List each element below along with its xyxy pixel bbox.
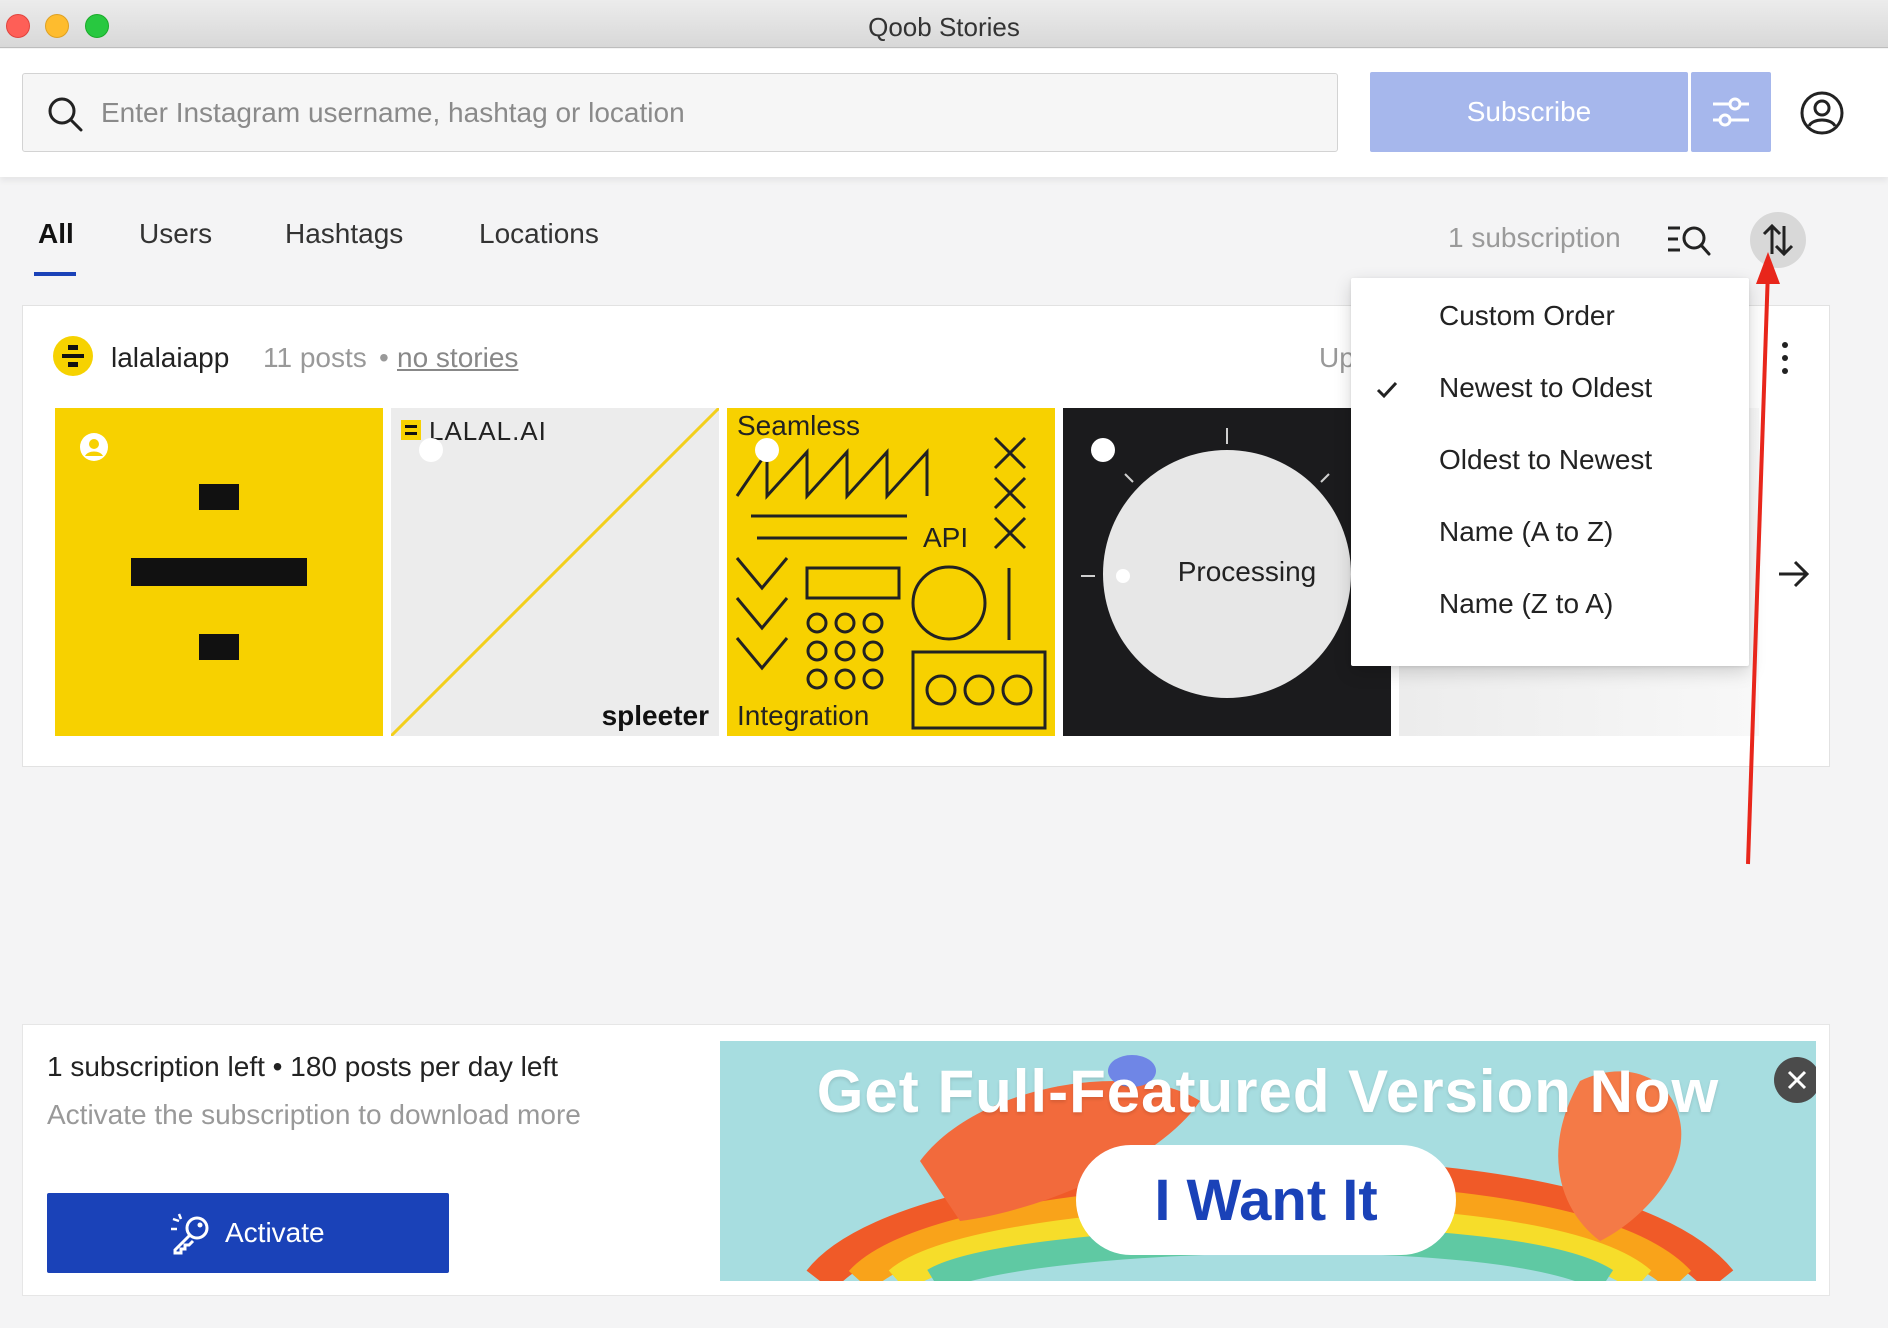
check-icon [1376, 381, 1398, 399]
thumbnail-label: Processing [1177, 556, 1317, 587]
avatar[interactable] [53, 336, 93, 376]
subscription-username[interactable]: lalalaiapp [111, 342, 229, 374]
sort-option-custom-order[interactable]: Custom Order [1351, 288, 1749, 348]
sort-option-label: Name (Z to A) [1439, 588, 1614, 619]
story-indicator [419, 438, 443, 462]
upgrade-panel: 1 subscription left • 180 posts per day … [22, 1024, 1830, 1296]
window-title: Qoob Stories [868, 12, 1020, 42]
search-icon [48, 97, 83, 132]
tab-users[interactable]: Users [139, 218, 212, 264]
sort-option-name-z-a[interactable]: Name (Z to A) [1351, 576, 1749, 636]
banner-close-button[interactable] [1774, 1057, 1816, 1103]
account-circle-icon[interactable] [1798, 89, 1846, 137]
annotation-arrow [1746, 252, 1780, 865]
top-toolbar: Subscribe [0, 49, 1888, 177]
thumbnail-brand: spleeter [601, 700, 709, 731]
tab-hashtags[interactable]: Hashtags [285, 218, 403, 264]
divide-logo [131, 484, 307, 660]
updated-label: Up [1319, 342, 1355, 373]
sort-option-label: Oldest to Newest [1439, 444, 1653, 475]
post-thumbnail[interactable]: Processing [1063, 408, 1391, 736]
window-titlebar: Qoob Stories [0, 0, 1888, 48]
search-input[interactable] [99, 74, 1319, 151]
story-indicator [755, 438, 779, 462]
i-want-it-button[interactable]: I Want It [1076, 1145, 1456, 1255]
thumbnail-label: Seamless [737, 410, 860, 441]
filter-settings-button[interactable] [1691, 72, 1771, 152]
tab-locations[interactable]: Locations [479, 218, 599, 264]
post-thumbnail[interactable]: Seamless API Integration [727, 408, 1055, 736]
activate-label: Activate [225, 1217, 325, 1248]
post-thumbnail[interactable]: LALAL.AI spleeter [391, 408, 719, 736]
thumbnail-label: LALAL.AI [429, 416, 547, 446]
search-box[interactable] [22, 73, 1338, 152]
thumbnail-label: API [923, 522, 969, 553]
story-indicator [1091, 438, 1115, 462]
limits-subtext: Activate the subscription to download mo… [47, 1099, 581, 1130]
sort-option-name-a-z[interactable]: Name (A to Z) [1351, 504, 1749, 564]
list-search-icon[interactable] [1666, 222, 1712, 258]
meta-separator: • [379, 342, 389, 373]
sort-option-label: Name (A to Z) [1439, 516, 1614, 547]
sliders-icon [1713, 97, 1749, 127]
sort-option-oldest-to-newest[interactable]: Oldest to Newest [1351, 432, 1749, 492]
sort-option-label: Newest to Oldest [1439, 372, 1653, 403]
subscribe-button[interactable]: Subscribe [1370, 72, 1688, 152]
banner-title: Get Full-Featured Version Now [816, 1058, 1720, 1125]
post-thumbnail[interactable] [55, 408, 383, 736]
activate-button[interactable]: Activate [47, 1193, 449, 1273]
subscription-count: 1 subscription [1448, 222, 1621, 253]
sort-option-label: Custom Order [1439, 300, 1615, 331]
stories-link[interactable]: no stories [397, 342, 518, 374]
divide-icon [62, 345, 84, 367]
tab-all[interactable]: All [38, 218, 74, 264]
promo-banner[interactable]: Get Full-Featured Version Now I Want It [720, 1041, 1816, 1281]
sort-dropdown: Custom Order Newest to Oldest Oldest to … [1351, 278, 1749, 666]
sort-option-newest-to-oldest[interactable]: Newest to Oldest [1351, 360, 1749, 420]
thumbnail-label: Integration [737, 700, 870, 731]
limits-text: 1 subscription left • 180 posts per day … [47, 1051, 558, 1082]
post-count: 11 posts [263, 342, 367, 373]
key-icon [171, 1213, 209, 1255]
close-icon [1787, 1070, 1807, 1090]
active-tab-indicator [34, 272, 76, 276]
